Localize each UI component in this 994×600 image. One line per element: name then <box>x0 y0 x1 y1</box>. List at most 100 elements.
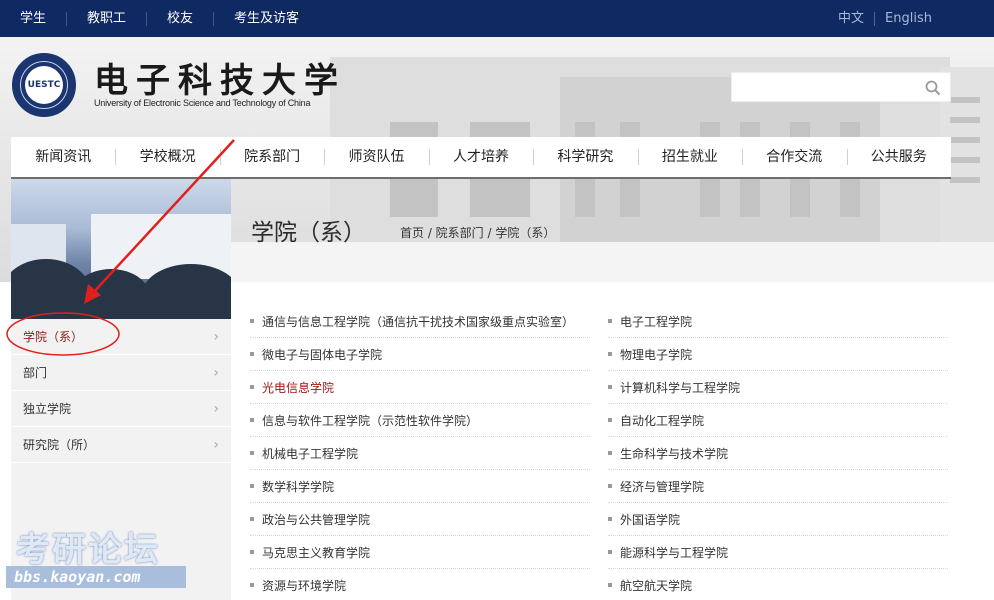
sidebar-item-label: 独立学院 <box>23 402 72 416</box>
list-item[interactable]: 经济与管理学院 <box>608 470 948 503</box>
audience-links: 学生 教职工 校友 考生及访客 <box>12 0 319 37</box>
logo-wordmark: 电子科技大学 University of Electronic Science … <box>94 62 346 108</box>
sidebar-item-independent-college[interactable]: 独立学院 › <box>11 391 231 427</box>
sidebar-item-label: 部门 <box>23 366 48 380</box>
chevron-right-icon: › <box>213 400 219 417</box>
link-students[interactable]: 学生 <box>12 11 66 26</box>
department-link[interactable]: 经济与管理学院 <box>620 478 704 495</box>
bullet-icon <box>250 517 254 521</box>
watermark-cn: 考研论坛 <box>16 530 160 570</box>
bullet-icon <box>250 385 254 389</box>
list-item[interactable]: 自动化工程学院 <box>608 404 948 437</box>
language-switch: 中文 English <box>828 0 942 37</box>
link-alumni[interactable]: 校友 <box>146 11 213 26</box>
bullet-icon <box>608 550 612 554</box>
nav-news[interactable]: 新闻资讯 <box>11 137 115 177</box>
list-item[interactable]: 光电信息学院 <box>250 371 590 404</box>
bullet-icon <box>250 451 254 455</box>
bullet-icon <box>250 418 254 422</box>
list-item[interactable]: 信息与软件工程学院（示范性软件学院） <box>250 404 590 437</box>
list-item[interactable]: 资源与环境学院 <box>250 569 590 600</box>
department-link[interactable]: 电子工程学院 <box>620 313 692 330</box>
university-name-en: University of Electronic Science and Tec… <box>94 98 311 108</box>
university-name-cn: 电子科技大学 <box>94 61 346 101</box>
list-item[interactable]: 计算机科学与工程学院 <box>608 371 948 404</box>
chevron-right-icon: › <box>213 364 219 381</box>
nav-about[interactable]: 学校概况 <box>115 137 219 177</box>
list-item[interactable]: 物理电子学院 <box>608 338 948 371</box>
department-link[interactable]: 外国语学院 <box>620 511 680 528</box>
bullet-icon <box>608 484 612 488</box>
bullet-icon <box>608 517 612 521</box>
list-item[interactable]: 微电子与固体电子学院 <box>250 338 590 371</box>
chevron-right-icon: › <box>213 436 219 453</box>
department-link[interactable]: 生命科学与技术学院 <box>620 445 728 462</box>
bullet-icon <box>608 583 612 587</box>
department-link[interactable]: 马克思主义教育学院 <box>262 544 370 561</box>
bullet-icon <box>608 319 612 323</box>
link-staff[interactable]: 教职工 <box>66 11 146 26</box>
list-item[interactable]: 电子工程学院 <box>608 305 948 338</box>
sidebar-item-departments[interactable]: 部门 › <box>11 355 231 391</box>
department-link[interactable]: 数学科学学院 <box>262 478 334 495</box>
search-input[interactable] <box>732 73 912 101</box>
bullet-icon <box>608 451 612 455</box>
list-item[interactable]: 马克思主义教育学院 <box>250 536 590 569</box>
department-link[interactable]: 信息与软件工程学院（示范性软件学院） <box>262 412 478 429</box>
search-box <box>731 72 951 102</box>
main-nav: 新闻资讯 学校概况 院系部门 师资队伍 人才培养 科学研究 招生就业 合作交流 … <box>11 137 951 179</box>
sidebar-item-colleges[interactable]: 学院（系） › <box>11 319 231 355</box>
list-item[interactable]: 外国语学院 <box>608 503 948 536</box>
nav-faculty[interactable]: 师资队伍 <box>324 137 428 177</box>
list-item[interactable]: 生命科学与技术学院 <box>608 437 948 470</box>
lang-chinese[interactable]: 中文 <box>828 11 874 26</box>
bullet-icon <box>250 583 254 587</box>
bullet-icon <box>250 319 254 323</box>
bullet-icon <box>608 418 612 422</box>
department-list-right: 电子工程学院 物理电子学院 计算机科学与工程学院 自动化工程学院 生命科学与技术… <box>608 305 948 600</box>
sidebar-item-label: 研究院（所） <box>23 438 96 452</box>
department-link[interactable]: 资源与环境学院 <box>262 577 346 594</box>
list-item[interactable]: 航空航天学院 <box>608 569 948 600</box>
sidebar-campus-photo <box>11 179 231 319</box>
list-item[interactable]: 通信与信息工程学院（通信抗干扰技术国家级重点实验室） <box>250 305 590 338</box>
department-link[interactable]: 微电子与固体电子学院 <box>262 346 382 363</box>
sidebar-item-institutes[interactable]: 研究院（所） › <box>11 427 231 463</box>
bullet-icon <box>250 550 254 554</box>
page-title: 学院（系） <box>251 220 366 246</box>
nav-research[interactable]: 科学研究 <box>533 137 637 177</box>
nav-cooperation[interactable]: 合作交流 <box>742 137 846 177</box>
list-item[interactable]: 能源科学与工程学院 <box>608 536 948 569</box>
department-link[interactable]: 物理电子学院 <box>620 346 692 363</box>
nav-admissions[interactable]: 招生就业 <box>637 137 742 177</box>
department-link[interactable]: 航空航天学院 <box>620 577 692 594</box>
bullet-icon <box>250 484 254 488</box>
sidebar-item-label: 学院（系） <box>23 330 84 344</box>
nav-education[interactable]: 人才培养 <box>428 137 533 177</box>
list-item[interactable]: 数学科学学院 <box>250 470 590 503</box>
department-list-left: 通信与信息工程学院（通信抗干扰技术国家级重点实验室） 微电子与固体电子学院 光电… <box>250 305 590 600</box>
search-icon[interactable] <box>925 80 941 96</box>
nav-services[interactable]: 公共服务 <box>846 137 951 177</box>
department-link[interactable]: 光电信息学院 <box>262 379 334 396</box>
list-item[interactable]: 政治与公共管理学院 <box>250 503 590 536</box>
department-link[interactable]: 自动化工程学院 <box>620 412 704 429</box>
department-link[interactable]: 能源科学与工程学院 <box>620 544 728 561</box>
lang-english[interactable]: English <box>874 11 942 26</box>
department-link[interactable]: 计算机科学与工程学院 <box>620 379 740 396</box>
link-visitors[interactable]: 考生及访客 <box>213 11 319 26</box>
department-link[interactable]: 通信与信息工程学院（通信抗干扰技术国家级重点实验室） <box>262 313 574 330</box>
nav-departments[interactable]: 院系部门 <box>219 137 324 177</box>
university-logo[interactable]: UESTC 电子科技大学 University of Electronic Sc… <box>12 53 346 117</box>
bullet-icon <box>250 352 254 356</box>
department-link[interactable]: 政治与公共管理学院 <box>262 511 370 528</box>
university-seal-icon: UESTC <box>12 53 76 117</box>
list-item[interactable]: 机械电子工程学院 <box>250 437 590 470</box>
watermark: 考研论坛 bbs.kaoyan.com <box>6 532 186 588</box>
top-bar: 学生 教职工 校友 考生及访客 中文 English <box>0 0 994 37</box>
department-link[interactable]: 机械电子工程学院 <box>262 445 358 462</box>
seal-text: UESTC <box>25 66 63 104</box>
breadcrumb[interactable]: 首页 / 院系部门 / 学院（系） <box>400 224 555 241</box>
bullet-icon <box>608 352 612 356</box>
chevron-right-icon: › <box>213 328 219 345</box>
